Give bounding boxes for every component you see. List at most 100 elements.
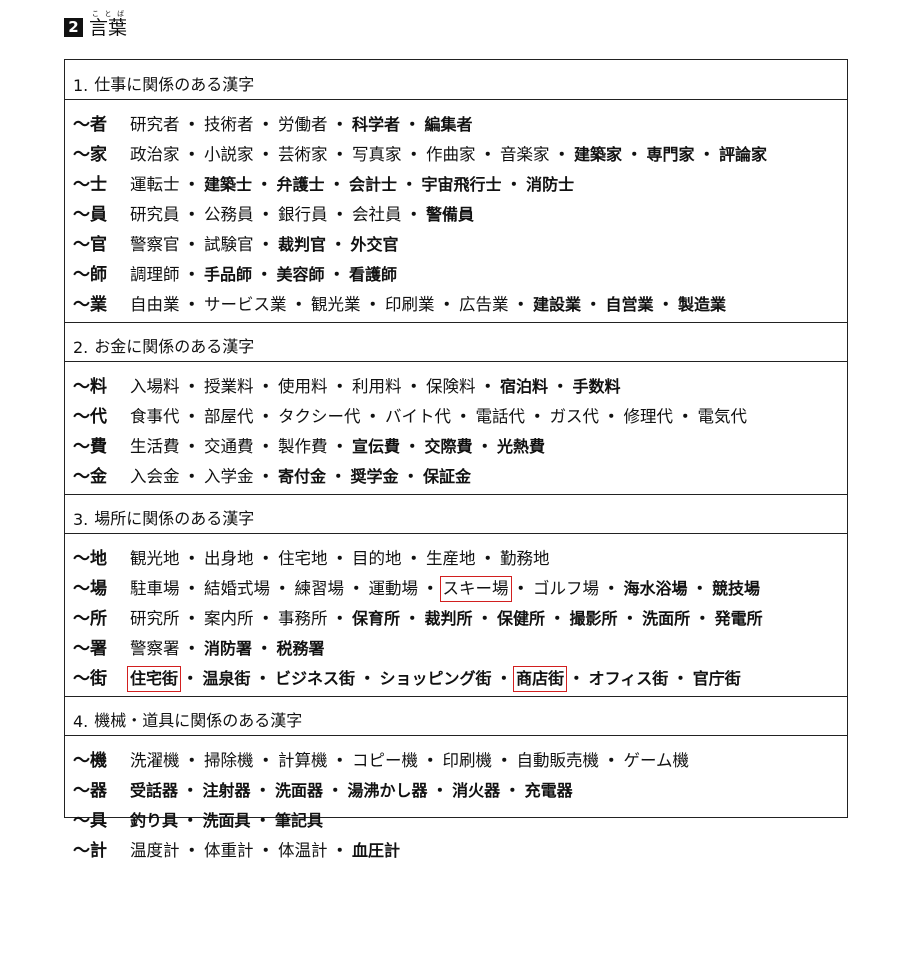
word-list: 調理師・手品師・美容師・看護師	[129, 264, 398, 286]
category-title: 仕事に関係のある漢字	[94, 75, 255, 94]
vocab-word: サービス業	[204, 295, 287, 314]
category-number: 2.	[73, 338, 89, 357]
vocab-word: 修理代	[623, 407, 674, 426]
vocab-word: 消防士	[526, 175, 575, 194]
separator: ・	[327, 781, 344, 800]
separator: ・	[183, 235, 201, 254]
vocab-word: 評論家	[719, 145, 768, 164]
word-list: 入場料・授業料・使用料・利用料・保険料・宿泊料・手数料	[129, 376, 622, 398]
vocab-word: 編集者	[424, 115, 473, 134]
separator: ・	[348, 579, 365, 598]
word-list: 警察署・消防署・税務署	[129, 638, 326, 660]
separator: ・	[274, 579, 291, 598]
word-list: 警察官・試験官・裁判官・外交官	[129, 234, 400, 256]
separator: ・	[657, 295, 675, 314]
suffix-label: 〜具	[73, 811, 107, 831]
separator: ・	[479, 549, 497, 568]
suffix-label: 〜機	[73, 751, 107, 771]
separator: ・	[568, 669, 585, 688]
category-heading: 4. 機械・道具に関係のある漢字	[65, 696, 847, 736]
separator: ・	[257, 549, 275, 568]
vocab-word: ショッピング街	[379, 669, 492, 688]
vocab-word: バイト代	[385, 407, 451, 426]
vocab-word: 観光業	[311, 295, 361, 314]
vocab-word: 入場料	[130, 377, 180, 396]
separator: ・	[402, 467, 420, 486]
highlighted-word: 住宅街	[126, 666, 182, 692]
vocab-word: 消防署	[204, 639, 253, 658]
suffix-label: 〜代	[73, 407, 107, 427]
separator: ・	[256, 175, 273, 194]
separator: ・	[182, 781, 199, 800]
vocab-row: 〜料 入場料・授業料・使用料・利用料・保険料・宿泊料・手数料	[65, 368, 847, 398]
vocab-word: 警察官	[130, 235, 180, 254]
vocab-row: 〜家 政治家・小説家・芸術家・写真家・作曲家・音楽家・建築家・専門家・評論家	[65, 136, 847, 166]
separator: ・	[182, 669, 199, 688]
category-heading: 1. 仕事に関係のある漢字	[65, 60, 847, 100]
separator: ・	[438, 295, 456, 314]
section-title: 言葉ことば	[89, 10, 128, 39]
vocab-word: 芸術家	[278, 145, 328, 164]
separator: ・	[404, 437, 421, 456]
vocab-word: 自由業	[130, 295, 180, 314]
vocab-word: 保育所	[352, 609, 401, 628]
separator: ・	[496, 751, 513, 770]
vocab-word: 海水浴場	[623, 579, 688, 598]
word-list: 政治家・小説家・芸術家・写真家・作曲家・音楽家・建築家・専門家・評論家	[129, 144, 768, 166]
separator: ・	[331, 205, 349, 224]
vocab-word: 洗面所	[642, 609, 691, 628]
vocab-word: 光熱費	[497, 437, 546, 456]
vocab-word: 計算機	[278, 751, 328, 770]
vocab-word: 看護師	[349, 265, 398, 284]
vocab-word: 官庁街	[692, 669, 741, 688]
vocab-word: ガス代	[549, 407, 600, 426]
vocab-word: 科学者	[352, 115, 401, 134]
vocab-word: 案内所	[204, 609, 254, 628]
separator: ・	[603, 751, 620, 770]
highlighted-word: 商店街	[513, 666, 568, 692]
vocab-word: 発電所	[714, 609, 763, 628]
vocab-word: 釣り具	[130, 811, 179, 830]
vocab-word: 自動販売機	[516, 751, 600, 770]
word-list: 研究員・公務員・銀行員・会社員・警備員	[129, 204, 475, 226]
vocab-word: 裁判所	[424, 609, 473, 628]
separator: ・	[290, 295, 308, 314]
vocab-word: 警備員	[426, 205, 475, 224]
vocab-word: 裁判官	[278, 235, 327, 254]
vocab-word: 宣伝費	[352, 437, 401, 456]
separator: ・	[455, 407, 472, 426]
vocab-word: 印刷業	[385, 295, 435, 314]
category-heading: 2. お金に関係のある漢字	[65, 322, 847, 362]
separator: ・	[183, 115, 201, 134]
separator: ・	[364, 295, 382, 314]
vocab-word: 利用料	[352, 377, 402, 396]
vocab-word: 建築士	[204, 175, 253, 194]
separator: ・	[183, 579, 201, 598]
vocab-word: 生産地	[426, 549, 476, 568]
vocab-row: 〜員 研究員・公務員・銀行員・会社員・警備員	[65, 196, 847, 226]
separator: ・	[512, 295, 530, 314]
suffix-label: 〜署	[73, 639, 107, 659]
vocab-word: 住宅地	[278, 549, 328, 568]
vocab-word: 研究者	[130, 115, 180, 134]
separator: ・	[431, 781, 449, 800]
separator: ・	[183, 377, 201, 396]
vocab-word: 電話代	[475, 407, 526, 426]
word-list: 生活費・交通費・製作費・宣伝費・交際費・光熱費	[129, 436, 546, 458]
suffix-label: 〜金	[73, 467, 107, 487]
separator: ・	[512, 579, 530, 598]
separator: ・	[549, 609, 566, 628]
suffix-label: 〜士	[73, 175, 107, 195]
vocab-word: 技術者	[204, 115, 254, 134]
vocab-row: 〜器 受話器・注射器・洗面器・湯沸かし器・消火器・充電器	[65, 772, 847, 802]
separator: ・	[677, 407, 694, 426]
vocab-row: 〜業 自由業・サービス業・観光業・印刷業・広告業・建設業・自営業・製造業	[65, 286, 847, 316]
suffix-label: 〜場	[73, 579, 107, 599]
vocab-word: 血圧計	[352, 841, 401, 860]
separator: ・	[257, 609, 275, 628]
vocab-word: ゴルフ場	[533, 579, 599, 598]
separator: ・	[257, 115, 275, 134]
separator: ・	[330, 235, 347, 254]
vocab-word: 寄付金	[278, 467, 327, 486]
vocab-word: 洗面具	[202, 811, 251, 830]
